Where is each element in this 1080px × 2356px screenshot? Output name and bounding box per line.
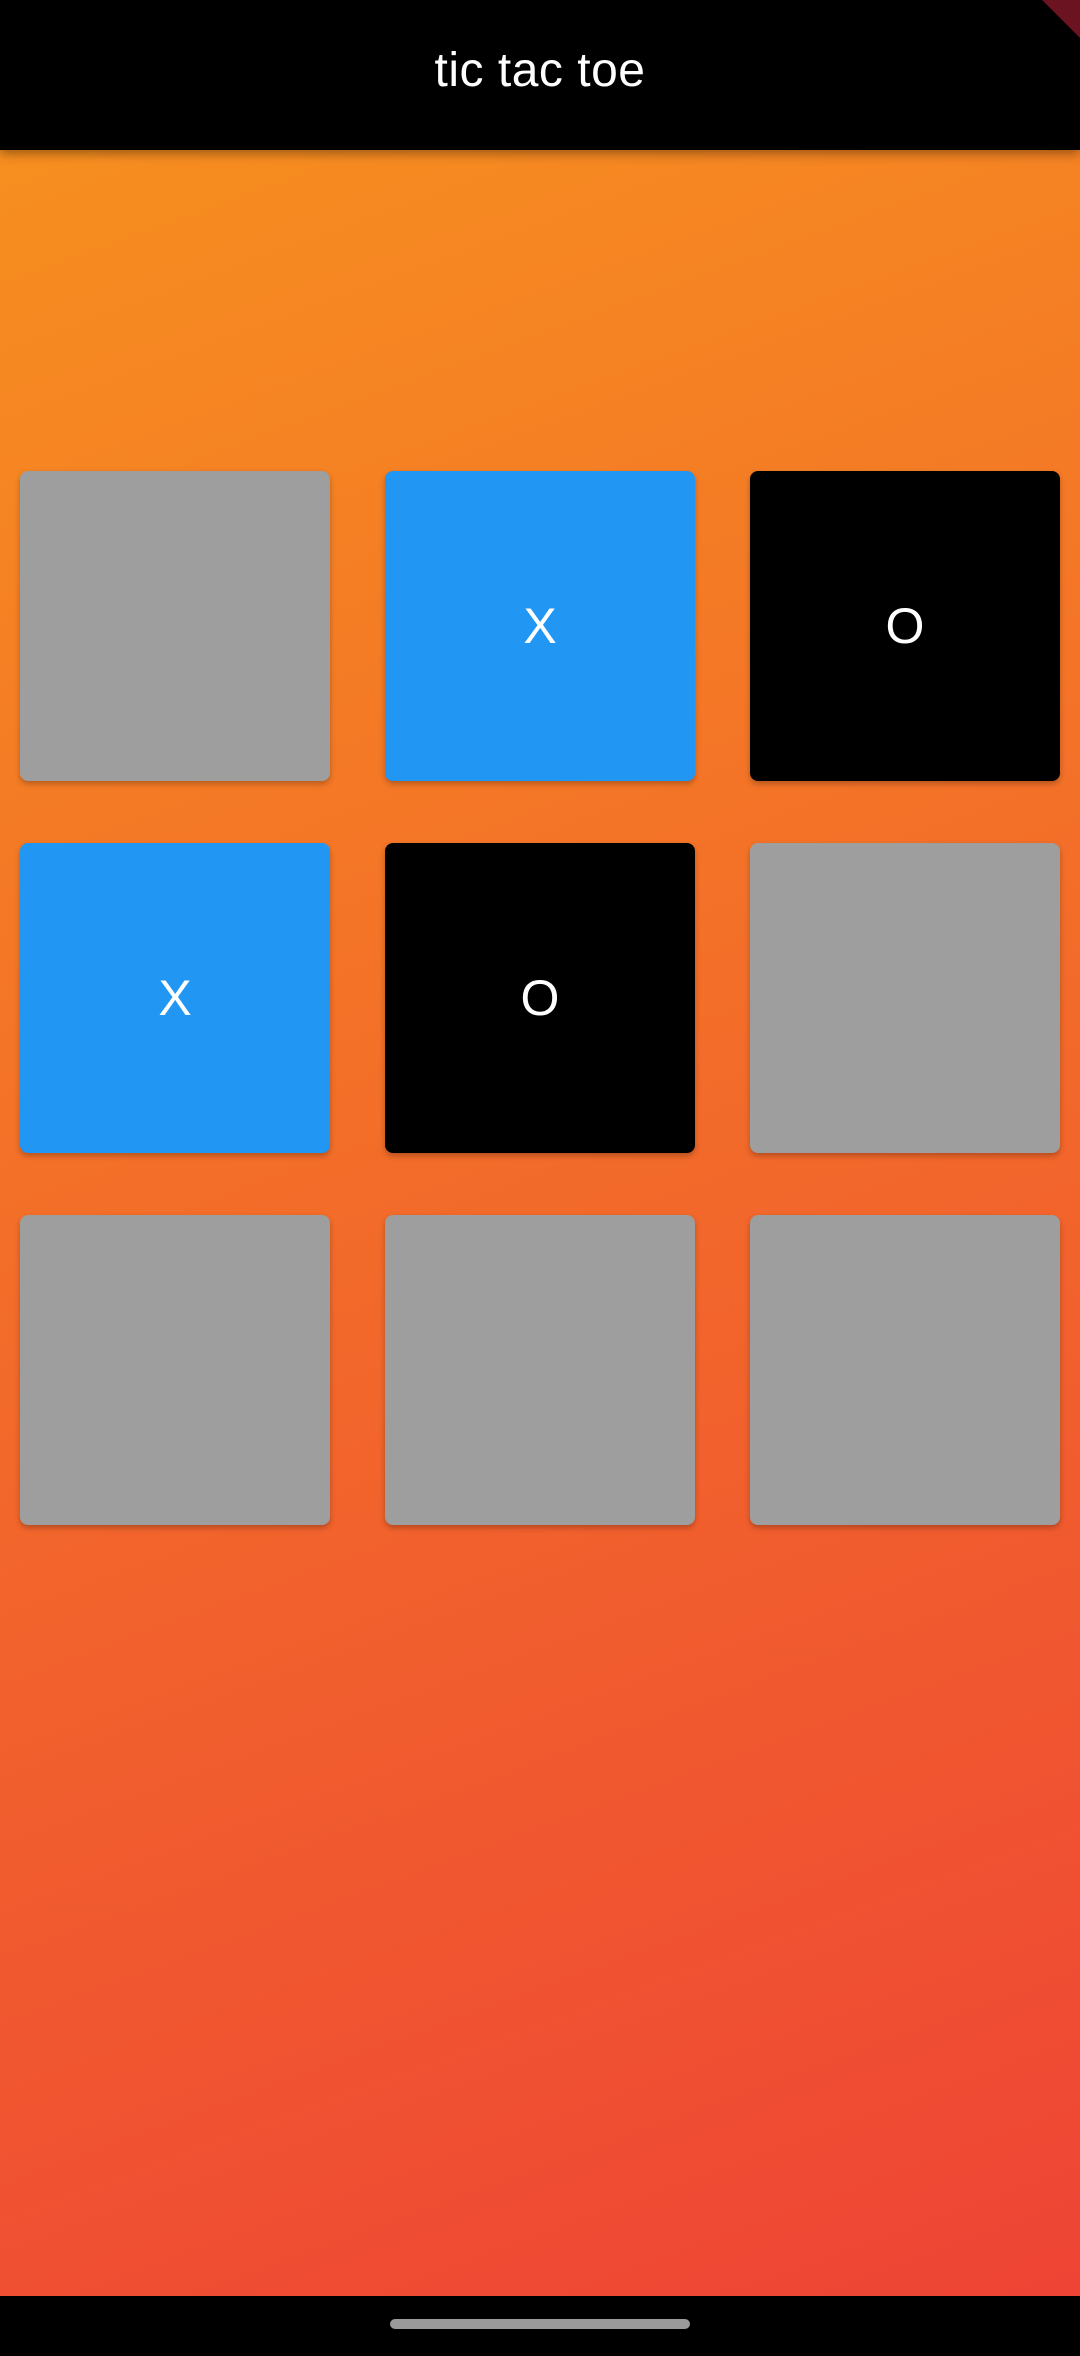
- board-cell-3[interactable]: X: [20, 843, 330, 1153]
- app-bar: tic tac toe: [0, 0, 1080, 150]
- board-cell-7[interactable]: [385, 1215, 695, 1525]
- board-cell-8[interactable]: [750, 1215, 1060, 1525]
- home-indicator-icon[interactable]: [390, 2319, 690, 2329]
- app-title: tic tac toe: [434, 43, 646, 97]
- board-cell-6[interactable]: [20, 1215, 330, 1525]
- board-cell-4[interactable]: O: [385, 843, 695, 1153]
- board-cell-1[interactable]: X: [385, 471, 695, 781]
- game-board: X O X O: [0, 0, 1080, 2356]
- board-cell-2[interactable]: O: [750, 471, 1060, 781]
- debug-banner-icon: [1042, 0, 1080, 38]
- board-cell-5[interactable]: [750, 843, 1060, 1153]
- board-cell-0[interactable]: [20, 471, 330, 781]
